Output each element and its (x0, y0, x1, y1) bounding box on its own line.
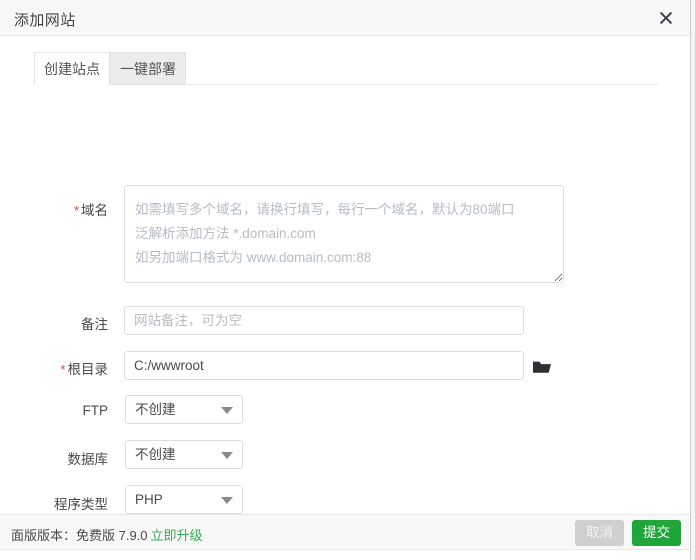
program-type-select[interactable]: PHP (125, 485, 243, 514)
site-form: *域名 备注 *根目录 FTP 不创建 数据库 (0, 86, 691, 514)
label-remark: 备注 (81, 317, 108, 332)
required-marker-root-dir: * (60, 362, 66, 377)
label-database: 数据库 (67, 452, 109, 467)
upgrade-link[interactable]: 立即升级 (151, 528, 203, 543)
label-domain: * 域名 (73, 203, 108, 218)
label-root-dir: * 根目录 (60, 362, 108, 377)
label-program-type: 程序类型 (54, 497, 108, 512)
chevron-down-icon (221, 407, 233, 414)
tab-create-site[interactable]: 创建站点 (34, 52, 110, 85)
label-ftp: FTP (82, 403, 109, 418)
tab-one-click-deploy[interactable]: 一键部署 (110, 52, 186, 85)
folder-icon[interactable] (532, 358, 552, 376)
required-marker-domain: * (73, 203, 79, 218)
ftp-select[interactable]: 不创建 (125, 395, 243, 424)
panel-version-text: 面版版本：免费版 7.9.0 立即升级 (11, 528, 203, 543)
cancel-button[interactable]: 取消 (575, 520, 624, 546)
scrollbar-track[interactable] (690, 0, 695, 560)
remark-input[interactable] (124, 306, 524, 335)
chevron-down-icon (221, 452, 233, 459)
tab-bar: 创建站点 一键部署 (34, 52, 658, 85)
page-title: 添加网站 (14, 12, 76, 29)
dialog-footer: 面版版本：免费版 7.9.0 立即升级 取消 提交 (0, 514, 691, 549)
dialog-header: 添加网站 (0, 0, 691, 36)
domain-input[interactable] (124, 185, 564, 283)
root-dir-input[interactable] (124, 351, 524, 380)
add-site-dialog: 添加网站 创建站点 一键部署 *域名 备注 *根目录 (0, 0, 696, 560)
chevron-down-icon (221, 497, 233, 504)
submit-button[interactable]: 提交 (632, 520, 681, 546)
footer-bottom-strip (0, 549, 691, 560)
database-select[interactable]: 不创建 (125, 440, 243, 469)
close-icon[interactable] (655, 7, 677, 29)
